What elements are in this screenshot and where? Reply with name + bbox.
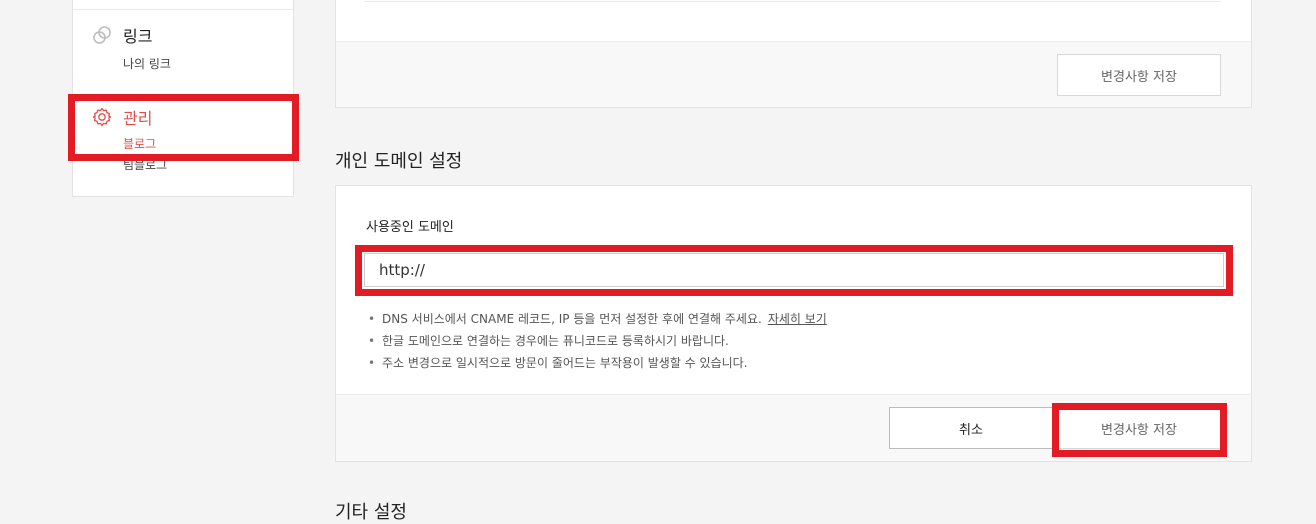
card-divider: [364, 1, 1221, 2]
sidebar: 링크 나의 링크 관리 블로그 팀블로그: [72, 0, 294, 197]
card-footer: 변경사항 저장: [336, 41, 1251, 107]
previous-section-card: 변경사항 저장: [335, 0, 1252, 108]
cancel-button[interactable]: 취소: [889, 407, 1053, 449]
domain-field-label: 사용중인 도메인: [366, 220, 454, 235]
learn-more-link[interactable]: 자세히 보기: [768, 312, 827, 326]
sidebar-item-manage[interactable]: 관리: [91, 105, 167, 129]
sidebar-group-link: 링크 나의 링크: [91, 23, 171, 72]
save-changes-button[interactable]: 변경사항 저장: [1057, 407, 1221, 449]
sidebar-subitem-team-blog[interactable]: 팀블로그: [123, 156, 167, 173]
sidebar-item-link[interactable]: 링크: [91, 23, 171, 47]
card-footer: 취소 변경사항 저장: [336, 394, 1251, 461]
sidebar-subitem-my-links[interactable]: 나의 링크: [123, 55, 171, 72]
sidebar-group-manage: 관리 블로그 팀블로그: [91, 105, 167, 173]
gear-icon: [91, 106, 113, 128]
sidebar-divider: [73, 9, 293, 10]
domain-notes-list: DNS 서비스에서 CNAME 레코드, IP 등을 먼저 설정한 후에 연결해…: [366, 308, 827, 374]
sidebar-subitem-blog[interactable]: 블로그: [123, 135, 167, 152]
domain-input[interactable]: [364, 253, 1224, 287]
list-item: 한글 도메인으로 연결하는 경우에는 퓨니코드로 등록하시기 바랍니다.: [366, 330, 827, 352]
sidebar-item-link-label: 링크: [123, 27, 153, 46]
note-text: DNS 서비스에서 CNAME 레코드, IP 등을 먼저 설정한 후에 연결해…: [382, 312, 762, 326]
section-title-other-settings: 기타 설정: [335, 502, 407, 523]
list-item: 주소 변경으로 일시적으로 방문이 줄어드는 부작용이 발생할 수 있습니다.: [366, 352, 827, 374]
link-icon: [91, 24, 113, 46]
section-title-custom-domain: 개인 도메인 설정: [335, 151, 463, 172]
custom-domain-card: 사용중인 도메인 DNS 서비스에서 CNAME 레코드, IP 등을 먼저 설…: [335, 185, 1252, 462]
sidebar-item-manage-label: 관리: [123, 109, 153, 128]
list-item: DNS 서비스에서 CNAME 레코드, IP 등을 먼저 설정한 후에 연결해…: [366, 308, 827, 330]
save-button[interactable]: 변경사항 저장: [1057, 54, 1221, 96]
